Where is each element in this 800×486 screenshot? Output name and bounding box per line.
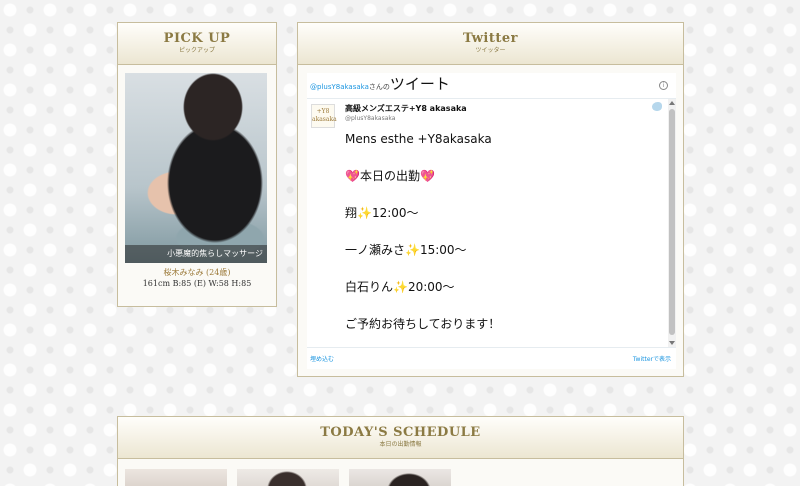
schedule-header: TODAY'S SCHEDULE 本日の出勤情報 (118, 417, 683, 459)
heart-emoji: 💖 (345, 169, 360, 183)
pickup-photo[interactable]: 小悪魔的焦らしマッサージ (125, 73, 267, 263)
schedule-photo[interactable] (349, 469, 451, 486)
schedule-subtitle: 本日の出勤情報 (379, 441, 422, 448)
tweet-line (345, 260, 500, 279)
info-icon[interactable]: i (659, 81, 668, 90)
scroll-down-arrow-icon[interactable] (669, 341, 675, 345)
heart-emoji: 💖 (419, 169, 435, 183)
twitter-title: Twitter (462, 31, 518, 46)
tweet-scroll-area[interactable]: +Y8 akasaka 高級メンズエステ+Y8 akasaka @plusY8a… (307, 99, 676, 347)
scroll-thumb[interactable] (669, 109, 675, 335)
tweet-line: 白石りん✨20:00〜 (345, 280, 455, 294)
tweet-line: 翔✨12:00〜 (345, 206, 419, 220)
avatar[interactable]: +Y8 akasaka (311, 104, 337, 128)
account-handle[interactable]: @plusY8akasaka (345, 115, 395, 122)
tweet-line: Mens esthe +Y8akasaka (345, 132, 492, 146)
pickup-stats: 161cm B:85 (E) W:58 H:85 (142, 279, 252, 288)
tweet-line (345, 149, 500, 168)
scroll-up-arrow-icon[interactable] (669, 101, 675, 105)
tweet-line (345, 186, 500, 205)
timeline-tweets-label: ツイート (389, 75, 450, 93)
divider (307, 347, 676, 348)
tweet-text: Mens esthe +Y8akasaka 💖本日の出勤💖 翔✨12:00〜 一… (345, 130, 500, 334)
sparkle-emoji: ✨ (357, 206, 372, 220)
view-on-twitter-link[interactable]: Twitterで表示 (633, 354, 671, 363)
pickup-title: PICK UP (163, 31, 231, 46)
schedule-photo[interactable] (237, 469, 339, 486)
sparkle-emoji: ✨ (405, 243, 420, 257)
tweet-line (345, 223, 500, 242)
pickup-subtitle: ピックアップ (178, 47, 215, 54)
pickup-photo-caption: 小悪魔的焦らしマッサージ (125, 245, 267, 263)
pickup-panel: PICK UP ピックアップ 小悪魔的焦らしマッサージ 桜木みなみ (24歳) … (117, 22, 277, 307)
scrollbar[interactable] (668, 99, 676, 347)
twitter-header: Twitter ツイッター (298, 23, 683, 65)
twitter-timeline: @plusY8akasakaさんのツイート i +Y8 akasaka 高級メン… (307, 73, 676, 369)
sparkle-emoji: ✨ (393, 280, 408, 294)
tweet-line: 💖本日の出勤💖 (345, 169, 435, 183)
embed-link[interactable]: 埋め込む (310, 354, 334, 363)
schedule-photo[interactable] (125, 469, 227, 486)
timeline-handle-link[interactable]: @plusY8akasaka (310, 83, 369, 91)
tweet-line: ご予約お待ちしております！ (345, 317, 501, 331)
account-name[interactable]: 高級メンズエステ+Y8 akasaka (345, 103, 467, 114)
timeline-heading: @plusY8akasakaさんのツイート i (310, 73, 670, 95)
tweet-line: 一ノ瀬みさ✨15:00〜 (345, 243, 467, 257)
tweet-line (345, 297, 500, 316)
twitter-bird-icon[interactable] (652, 102, 662, 111)
pickup-header: PICK UP ピックアップ (118, 23, 276, 65)
twitter-subtitle: ツイッター (475, 47, 506, 54)
pickup-name[interactable]: 桜木みなみ (24歳) (118, 267, 276, 278)
timeline-handle-suffix: さんの (368, 83, 390, 91)
schedule-title: TODAY'S SCHEDULE (320, 425, 481, 440)
schedule-panel: TODAY'S SCHEDULE 本日の出勤情報 (117, 416, 684, 486)
twitter-panel: Twitter ツイッター @plusY8akasakaさんのツイート i +Y… (297, 22, 684, 377)
